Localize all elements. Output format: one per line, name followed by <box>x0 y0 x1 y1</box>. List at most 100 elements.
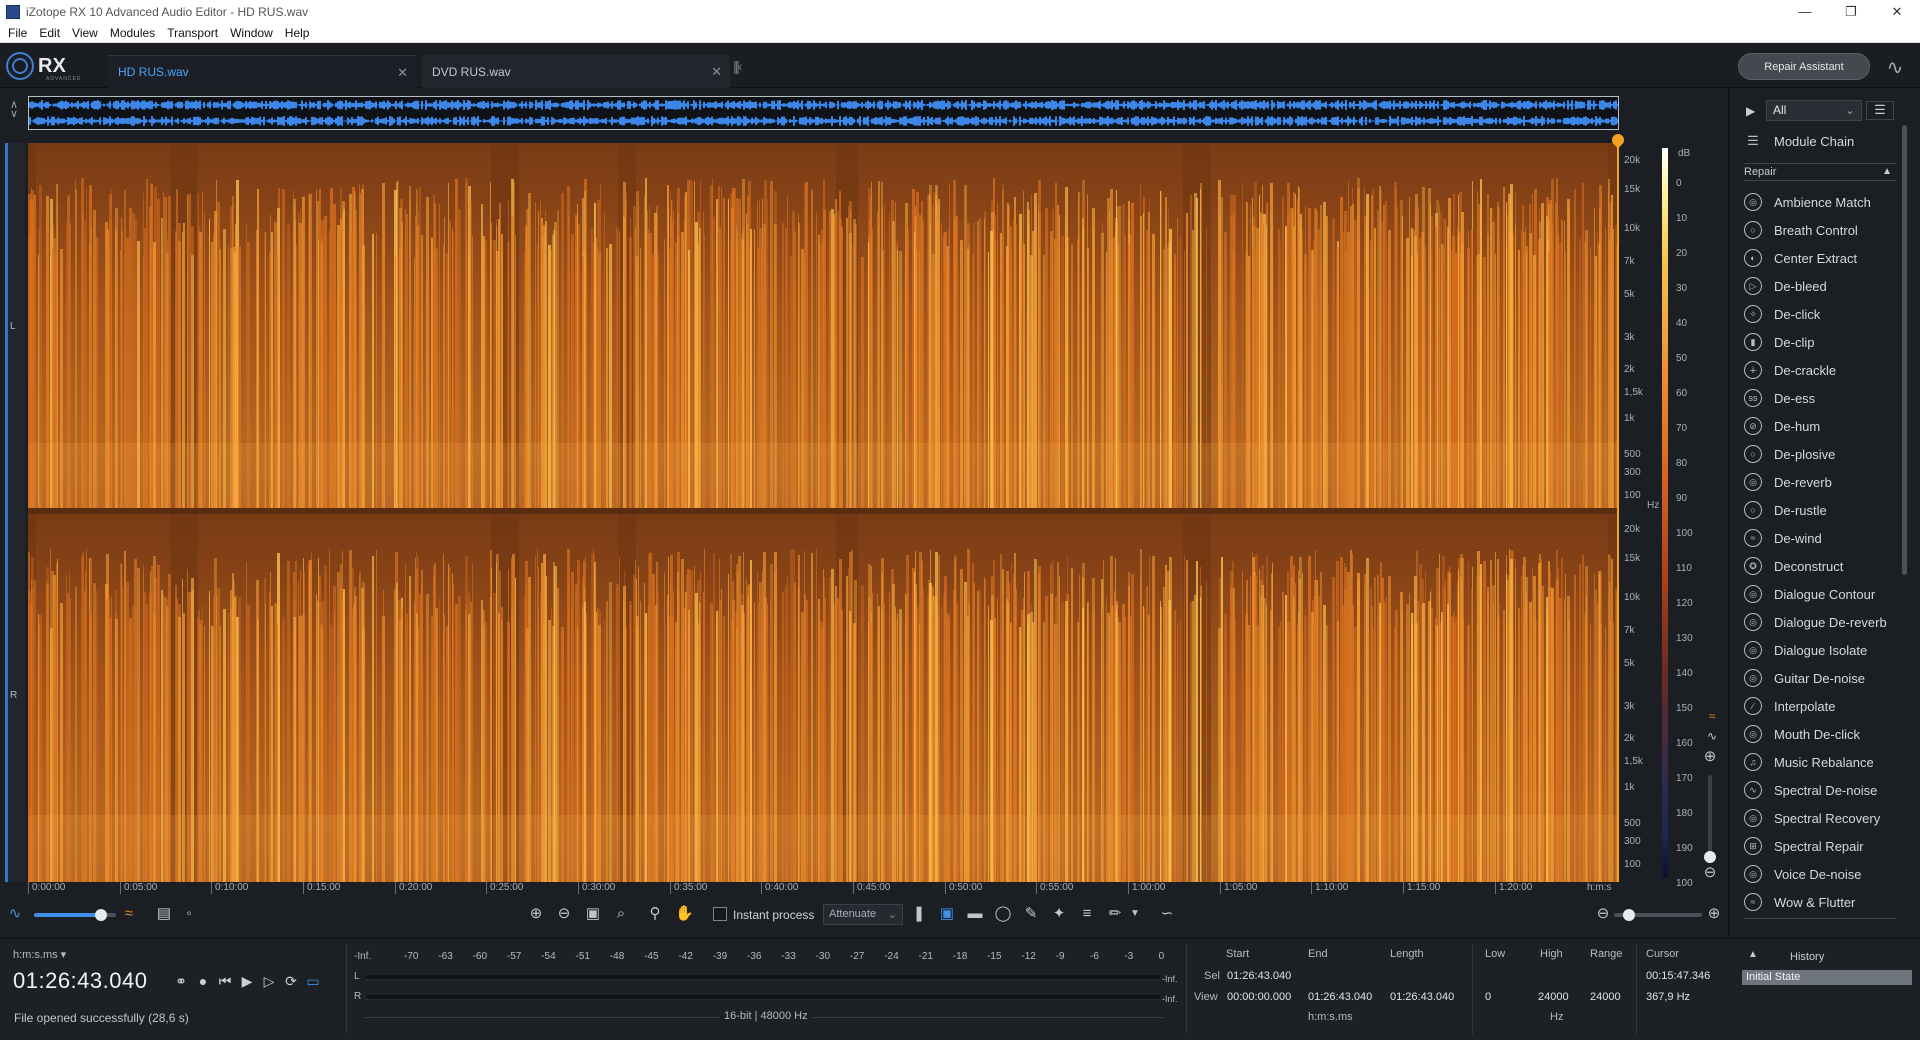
record-button[interactable]: ● <box>192 973 214 993</box>
waveform-settings-icon[interactable]: ∿ <box>1703 727 1721 745</box>
module-item[interactable]: ◎ Dialogue Isolate <box>1744 636 1896 664</box>
module-item[interactable]: ◎ Guitar De-noise <box>1744 664 1896 692</box>
minimize-button[interactable]: — <box>1782 0 1828 23</box>
pencil-icon[interactable]: ✏ <box>1106 905 1124 923</box>
spectrogram-display[interactable] <box>28 143 1619 882</box>
module-item[interactable]: ss De-ess <box>1744 384 1896 412</box>
zoom-tool-icon[interactable]: ⚲ <box>646 905 664 923</box>
play-selection-button[interactable]: ▷ <box>258 973 280 993</box>
restore-button[interactable]: ❐ <box>1828 0 1874 23</box>
repair-assistant-button[interactable]: Repair Assistant <box>1738 53 1870 80</box>
menu-modules[interactable]: Modules <box>110 26 155 40</box>
markers-list-icon[interactable]: ▤ <box>155 905 173 923</box>
mixer-icon[interactable]: ∿ <box>1880 52 1910 82</box>
view-length-value[interactable]: 01:26:43.040 <box>1390 991 1454 1003</box>
waveform-overview[interactable] <box>28 96 1619 130</box>
repair-section-header[interactable]: Repair ▲ <box>1744 163 1896 181</box>
module-item[interactable]: ⊞ Spectral Repair <box>1744 832 1896 860</box>
headphones-icon[interactable]: ⚭ <box>170 973 192 993</box>
menu-edit[interactable]: Edit <box>39 26 60 40</box>
spectrogram-settings-icon[interactable]: ≈ <box>1703 707 1721 725</box>
sidebar-scrollbar[interactable] <box>1902 125 1907 575</box>
module-item[interactable]: ⊘ De-hum <box>1744 412 1896 440</box>
menu-window[interactable]: Window <box>230 26 273 40</box>
brush-icon[interactable]: ✎ <box>1022 905 1040 923</box>
module-item[interactable]: ◎ Dialogue De-reverb <box>1744 608 1896 636</box>
time-selection-icon[interactable]: ❚ <box>910 905 928 923</box>
pencil-options-icon[interactable]: ▼ <box>1126 905 1144 923</box>
module-item[interactable]: ○ De-plosive <box>1744 440 1896 468</box>
time-frequency-selection-icon[interactable]: ▣ <box>938 905 956 923</box>
attenuate-dropdown[interactable]: Attenuate ⌄ <box>823 904 903 925</box>
hand-tool-icon[interactable]: ✋ <box>675 905 694 923</box>
vertical-zoom-slider[interactable] <box>1704 775 1716 863</box>
module-item[interactable]: ◎ Voice De-noise <box>1744 860 1896 888</box>
module-item[interactable]: ◎ De-reverb <box>1744 468 1896 496</box>
sel-start-value[interactable]: 01:26:43.040 <box>1227 970 1291 982</box>
magic-wand-icon[interactable]: ✦ <box>1050 905 1068 923</box>
zoom-in-icon[interactable]: ⊕ <box>527 905 545 923</box>
module-item[interactable]: ≈ Wow & Flutter <box>1744 888 1896 916</box>
module-item[interactable]: ∿ Spectral De-noise <box>1744 776 1896 804</box>
comments-icon[interactable]: ◦ <box>180 905 198 923</box>
tab-hd-rus[interactable]: HD RUS.wav ✕ <box>108 55 416 88</box>
channel-selector-bar[interactable] <box>5 143 25 882</box>
collapse-overview-icon[interactable]: ∧ ∨ <box>10 100 18 120</box>
zoom-out-horizontal-icon[interactable]: ⊖ <box>1594 905 1612 923</box>
menu-view[interactable]: View <box>72 26 98 40</box>
module-item[interactable]: ✪ Deconstruct <box>1744 552 1896 580</box>
zoom-in-vertical-icon[interactable]: ⊕ <box>1701 748 1719 766</box>
module-item[interactable]: ∕ Interpolate <box>1744 692 1896 720</box>
menu-file[interactable]: File <box>8 26 27 40</box>
menu-transport[interactable]: Transport <box>167 26 218 40</box>
playhead-cursor[interactable] <box>1617 136 1619 882</box>
high-freq-value[interactable]: 24000 <box>1538 991 1569 1003</box>
history-item[interactable]: Initial State <box>1742 970 1912 985</box>
follow-playhead-button[interactable]: ▭ <box>302 973 324 993</box>
view-end-value[interactable]: 01:26:43.040 <box>1308 991 1372 1003</box>
menu-help[interactable]: Help <box>285 26 310 40</box>
module-item[interactable]: ▷ De-bleed <box>1744 272 1896 300</box>
module-item[interactable]: ◎ Ambience Match <box>1744 188 1896 216</box>
low-freq-value[interactable]: 0 <box>1485 991 1491 1003</box>
lasso-icon[interactable]: ◯ <box>994 905 1012 923</box>
module-item[interactable]: ○ De-rustle <box>1744 496 1896 524</box>
spectrogram-view-icon[interactable]: ≈ <box>120 905 138 923</box>
module-item[interactable]: ◎ Mouth De-click <box>1744 720 1896 748</box>
instant-process-checkbox[interactable] <box>713 907 727 921</box>
close-window-button[interactable]: ✕ <box>1874 0 1920 23</box>
zoom-selection-icon[interactable]: ▣ <box>584 905 602 923</box>
vertical-zoom-knob[interactable] <box>1704 851 1716 863</box>
module-item[interactable]: ◎ Spectral Recovery <box>1744 804 1896 832</box>
horizontal-zoom-knob[interactable] <box>1622 909 1635 921</box>
loop-button[interactable]: ⟳ <box>280 973 302 993</box>
zoom-in-horizontal-icon[interactable]: ⊕ <box>1705 905 1723 923</box>
preview-play-icon[interactable]: ▶ <box>1746 104 1755 118</box>
history-collapse-icon[interactable]: ▲ <box>1748 949 1758 960</box>
close-tab-icon[interactable]: ✕ <box>711 64 722 80</box>
opacity-slider[interactable] <box>34 909 116 921</box>
module-item[interactable]: ∔ De-crackle <box>1744 356 1896 384</box>
time-format-dropdown[interactable]: h:m:s.ms ▾ <box>13 948 66 961</box>
range-freq-value[interactable]: 24000 <box>1590 991 1621 1003</box>
horizontal-zoom-slider[interactable] <box>1614 909 1702 921</box>
module-item[interactable]: ◎ Dialogue Contour <box>1744 580 1896 608</box>
frequency-selection-icon[interactable]: ▬ <box>966 905 984 923</box>
tab-dvd-rus[interactable]: DVD RUS.wav ✕ <box>422 55 730 88</box>
go-to-start-button[interactable]: ⏮ <box>214 973 236 993</box>
module-item[interactable]: ♫ Music Rebalance <box>1744 748 1896 776</box>
module-chain-item[interactable]: ☰ Module Chain <box>1744 130 1854 152</box>
module-filter-dropdown[interactable]: All ⌄ <box>1766 100 1862 121</box>
harmonic-selection-icon[interactable]: ≡ <box>1078 905 1096 923</box>
tab-overflow-icon[interactable]: |||‹ <box>733 58 742 74</box>
module-item[interactable]: ≈ De-wind <box>1744 524 1896 552</box>
close-tab-icon[interactable]: ✕ <box>397 65 408 81</box>
zoom-fit-icon[interactable]: ⌕ <box>612 905 630 923</box>
module-list-menu-icon[interactable]: ☰ <box>1866 101 1894 120</box>
module-item[interactable]: ○ Breath Control <box>1744 216 1896 244</box>
module-item[interactable]: ▮ De-clip <box>1744 328 1896 356</box>
play-button[interactable]: ▶ <box>236 973 258 993</box>
gain-envelope-icon[interactable]: ∽ <box>1158 905 1176 923</box>
view-start-value[interactable]: 00:00:00.000 <box>1227 991 1291 1003</box>
module-item[interactable]: ✧ De-click <box>1744 300 1896 328</box>
